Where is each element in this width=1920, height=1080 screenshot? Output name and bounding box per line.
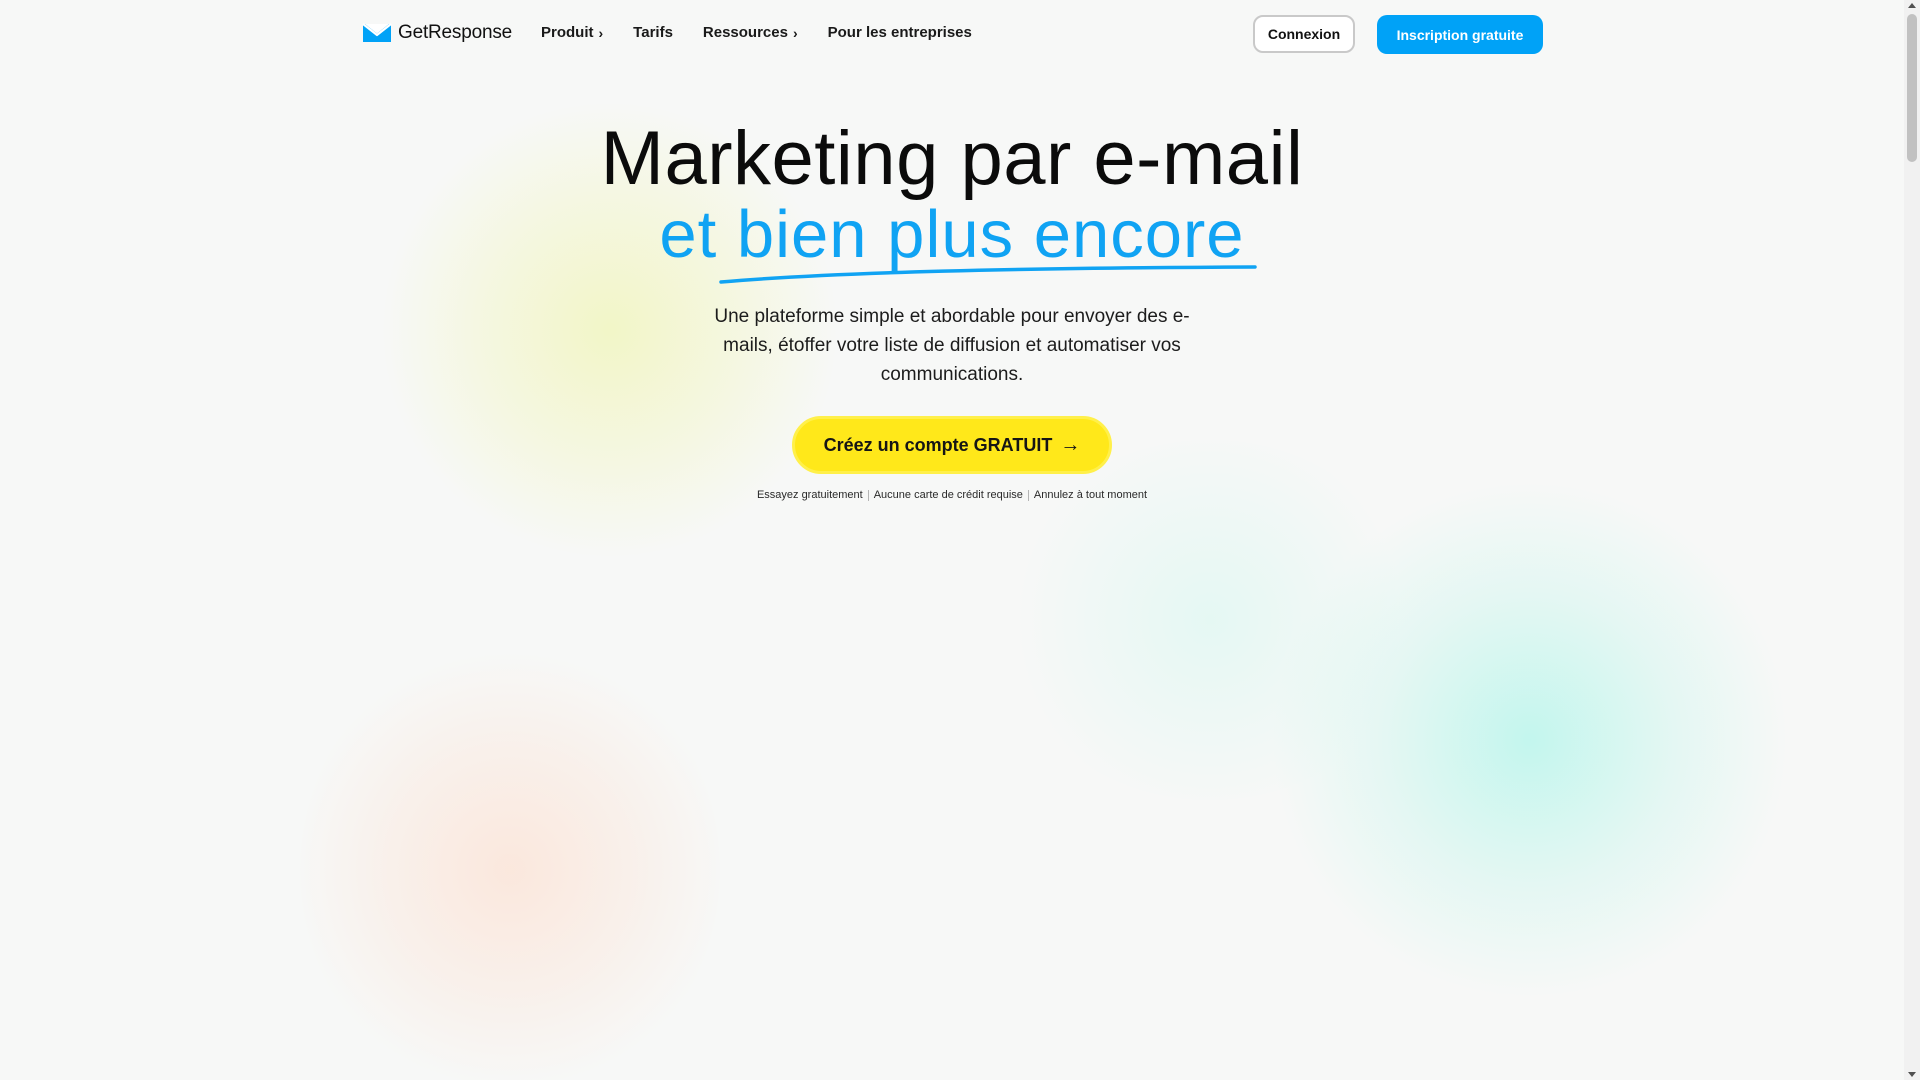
logo-link[interactable]: GetResponse <box>362 22 512 44</box>
background-glow-peach <box>300 640 720 1080</box>
perk-divider <box>1027 489 1029 501</box>
nav-item-ressources[interactable]: Ressources › <box>703 24 798 41</box>
nav-item-label: Ressources <box>702 24 788 41</box>
arrow-right-icon: → <box>1060 433 1081 456</box>
scroll-down-arrow-icon[interactable] <box>1908 1072 1916 1077</box>
perk-divider <box>867 489 869 501</box>
background-glow-mint <box>1270 480 1790 1000</box>
login-button[interactable]: Connexion <box>1253 15 1355 53</box>
site-header: GetResponse Produit › Tarifs Ressources … <box>0 0 1904 70</box>
envelope-icon <box>362 23 392 42</box>
logo-text: GetResponse <box>398 22 512 43</box>
cta-label: Créez un compte GRATUIT <box>823 434 1053 455</box>
underline-swoosh-decoration <box>719 265 1257 284</box>
scrollbar-thumb[interactable] <box>1907 14 1917 162</box>
perk-item: Essayez gratuitement <box>756 489 863 501</box>
perks-list: Essayez gratuitement Aucune carte de cré… <box>0 489 1904 501</box>
nav-item-label: Produit <box>541 24 594 41</box>
nav-item-label: Tarifs <box>633 24 673 41</box>
nav-item-pour-les-entreprises[interactable]: Pour les entreprises <box>828 24 972 41</box>
chevron-right-icon: › <box>792 24 798 41</box>
nav-item-tarifs[interactable]: Tarifs <box>633 24 673 41</box>
scroll-up-arrow-icon[interactable] <box>1908 3 1916 8</box>
nav-item-label: Pour les entreprises <box>827 24 972 41</box>
perk-item: Aucune carte de crédit requise <box>873 489 1023 501</box>
vertical-scrollbar[interactable] <box>1904 0 1920 1080</box>
nav-item-produit[interactable]: Produit › <box>541 24 603 41</box>
create-free-account-button[interactable]: Créez un compte GRATUIT → <box>792 416 1112 474</box>
main-nav: Produit › Tarifs Ressources › Pour les e… <box>541 24 1002 41</box>
perk-item: Annulez à tout moment <box>1033 489 1148 501</box>
hero-subtitle: Une plateforme simple et abordable pour … <box>714 306 1190 385</box>
signup-button[interactable]: Inscription gratuite <box>1377 15 1543 54</box>
chevron-right-icon: › <box>598 24 604 41</box>
page: GetResponse Produit › Tarifs Ressources … <box>0 0 1920 1080</box>
